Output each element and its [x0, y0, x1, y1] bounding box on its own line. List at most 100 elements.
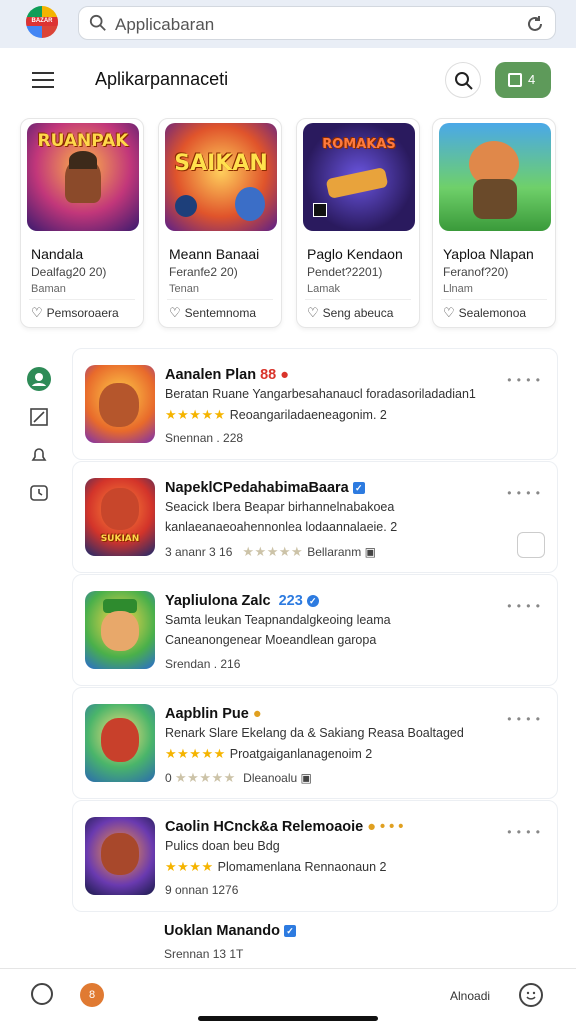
- card-title: Meann Banaai: [169, 246, 260, 262]
- top-bar: BAZAR Applicabaran: [0, 0, 576, 48]
- app-title: Aanalen Plan 88 ●: [165, 367, 289, 383]
- card-title: Nandala: [31, 246, 84, 262]
- list-item[interactable]: SUKIAN NapeklCPedahabimaBaara ✓ Seacick I…: [72, 461, 558, 573]
- app-title: Uoklan Manando ✓: [164, 923, 297, 939]
- list-item[interactable]: Aapblin Pue ● Renark Slare Ekelang da & …: [72, 687, 558, 799]
- app-category: Caneanongenear Moeandlean garopa: [165, 633, 377, 647]
- wishlist-button[interactable]: ♡ Seng abeuca: [307, 305, 393, 321]
- card-thumbnail: [439, 123, 551, 231]
- wishlist-button[interactable]: ♡ Sealemonoa: [443, 305, 526, 321]
- app-logo[interactable]: BAZAR: [26, 6, 58, 38]
- card-subtitle: Feranfe2 20): [169, 265, 238, 279]
- divider: [167, 299, 273, 300]
- wishlist-button[interactable]: ♡ Pemsoroaera: [31, 305, 119, 321]
- side-rail: [26, 366, 54, 518]
- wishlist-label: Pemsoroaera: [46, 306, 119, 320]
- bottom-label[interactable]: Alnoadi: [450, 989, 490, 1003]
- dot-icon: ●: [280, 367, 289, 383]
- refresh-icon[interactable]: [525, 14, 545, 34]
- user-icon: [27, 367, 51, 391]
- app-description: Beratan Ruane Yangarbesahanaucl foradaso…: [165, 387, 476, 401]
- app-meta: 3 ananr 3 16 ★★★★★ Bellaranm ▣: [165, 544, 376, 559]
- wishlist-label: Sealemonoa: [458, 306, 527, 320]
- discover-icon[interactable]: [31, 983, 53, 1005]
- app-badge: 223: [278, 593, 303, 609]
- card-art-text: ROMAKAS: [322, 137, 396, 152]
- app-icon: [85, 817, 155, 895]
- app-rating-line: ★★★★ Plomamenlana Rennaonaun 2: [165, 859, 387, 874]
- star-rating: ★★★★★: [242, 544, 304, 559]
- wishlist-label: Sentemnoma: [184, 306, 257, 320]
- app-description: Renark Slare Ekelang da & Sakiang Reasa …: [165, 726, 464, 740]
- smile-icon[interactable]: [519, 983, 543, 1007]
- more-icon[interactable]: • • • •: [507, 712, 541, 726]
- list-item[interactable]: Caolin HCnck&a Relemoaoie ● • • • Pulics…: [72, 800, 558, 912]
- more-icon[interactable]: • • • •: [507, 599, 541, 613]
- heart-icon: ♡: [31, 305, 43, 320]
- rail-history[interactable]: [26, 480, 52, 506]
- app-icon: [85, 704, 155, 782]
- app-title: Yapliulona Zalc 223 ✓: [165, 593, 319, 609]
- list-item[interactable]: Aanalen Plan 88 ● Beratan Ruane Yangarbes…: [72, 348, 558, 460]
- card-meta: Tenan: [169, 283, 199, 295]
- featured-card[interactable]: SAIKAN Meann Banaai Feranfe2 20) Tenan ♡…: [158, 118, 282, 328]
- search-input[interactable]: Applicabaran: [115, 15, 214, 35]
- app-title: Aapblin Pue ●: [165, 706, 262, 722]
- app-description: Samta leukan Teapnandalgkeoing leama: [165, 613, 391, 627]
- list-item[interactable]: Yapliulona Zalc 223 ✓ Samta leukan Teapna…: [72, 574, 558, 686]
- clock-icon: [30, 485, 48, 501]
- card-thumbnail: RUANPAK: [27, 123, 139, 231]
- search-bar[interactable]: Applicabaran: [78, 6, 556, 40]
- app-meta: Snennan . 228: [165, 431, 244, 445]
- page-title: Aplikarpannaceti: [95, 69, 229, 89]
- header-action-button[interactable]: 4: [495, 62, 551, 98]
- featured-card[interactable]: ROMAKAS Paglo Kendaon Pendet?2201) Lamak…: [296, 118, 420, 328]
- divider: [441, 299, 547, 300]
- app-rating-line: ★★★★★ Proatgaiganlanagenoim 2: [165, 746, 373, 761]
- more-icon[interactable]: • • • •: [507, 373, 541, 387]
- card-title: Yaploa Nlapan: [443, 246, 534, 262]
- more-icon[interactable]: • • • •: [507, 825, 541, 839]
- card-title: Paglo Kendaon: [307, 246, 403, 262]
- rail-notifications[interactable]: [26, 442, 52, 468]
- card-meta: Lamak: [307, 283, 341, 295]
- rail-edit[interactable]: [26, 404, 52, 430]
- header-search-button[interactable]: [445, 62, 481, 98]
- card-meta: Baman: [31, 283, 66, 295]
- face-icon: [526, 991, 536, 1000]
- search-icon: [89, 14, 106, 31]
- divider: [305, 299, 411, 300]
- search-icon: [455, 72, 473, 90]
- card-meta: Llnam: [443, 283, 473, 295]
- more-icon[interactable]: • • • •: [507, 486, 541, 500]
- card-subtitle: Feranof?20): [443, 265, 509, 279]
- menu-icon[interactable]: [32, 72, 54, 88]
- app-logo-text: BAZAR: [26, 17, 58, 26]
- app-meta: Srendan . 216: [165, 657, 241, 671]
- home-indicator[interactable]: [198, 1016, 378, 1021]
- verified-icon: ✓: [352, 482, 365, 494]
- star-rating: ★★★★: [165, 859, 214, 874]
- wishlist-label: Seng abeuca: [322, 306, 394, 320]
- wishlist-button[interactable]: ♡ Sentemnoma: [169, 305, 256, 321]
- star-rating: ★★★★★: [165, 746, 226, 761]
- notification-badge[interactable]: 8: [80, 983, 104, 1007]
- featured-card[interactable]: RUANPAK Nandala Dealfag20 20) Baman ♡ Pem…: [20, 118, 144, 328]
- featured-cards: RUANPAK Nandala Dealfag20 20) Baman ♡ Pem…: [20, 118, 576, 332]
- heart-icon: ♡: [169, 305, 181, 320]
- card-art-text: RUANPAK: [37, 131, 129, 151]
- app-art-text: SUKIAN: [100, 534, 140, 544]
- featured-card[interactable]: Yaploa Nlapan Feranof?20) Llnam ♡ Sealemo…: [432, 118, 556, 328]
- box-icon: ▣: [364, 545, 376, 559]
- app-description: Pulics doan beu Bdg: [165, 839, 280, 853]
- medal-icon: ● • • •: [367, 819, 404, 835]
- verified-icon: ✓: [306, 595, 319, 607]
- page-header: Aplikarpannaceti 4: [0, 48, 576, 110]
- app-title: NapeklCPedahabimaBaara ✓: [165, 480, 365, 496]
- rail-profile[interactable]: [26, 366, 52, 392]
- heart-icon: ♡: [443, 305, 455, 320]
- app-icon: SUKIAN: [85, 478, 155, 556]
- install-button[interactable]: [517, 532, 545, 558]
- app-meta: Srennan 13 1T: [164, 947, 244, 961]
- list-item[interactable]: Uoklan Manando ✓ Srennan 13 1T: [72, 913, 558, 973]
